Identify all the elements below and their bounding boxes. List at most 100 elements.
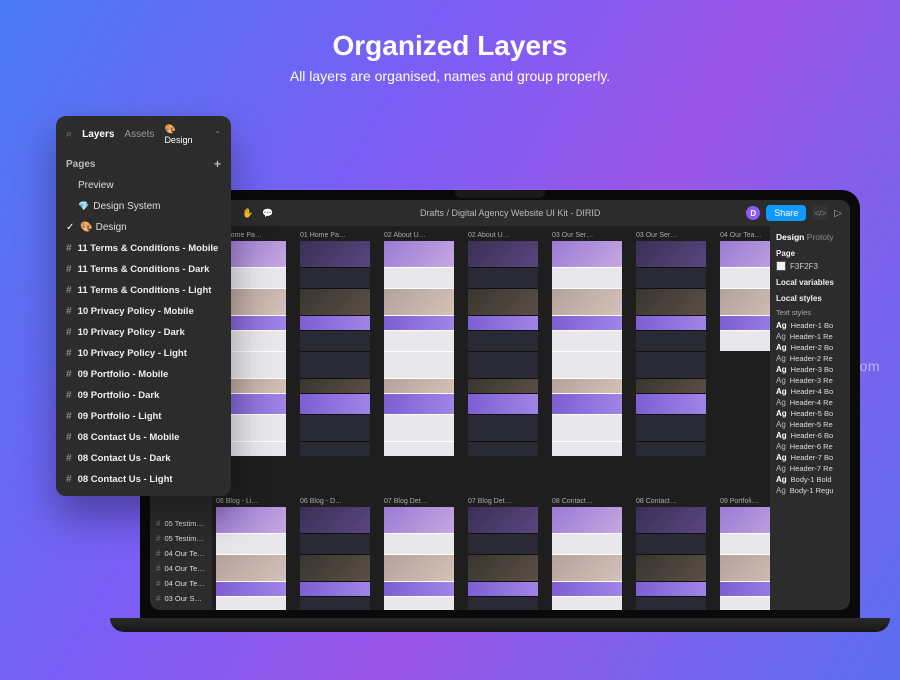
artboard[interactable]: [384, 241, 454, 456]
frame-icon: #: [156, 594, 160, 603]
layer-item[interactable]: #11 Terms & Conditions - Mobile: [56, 238, 231, 259]
bg-color-value[interactable]: F3F2F3: [790, 262, 818, 271]
layer-item[interactable]: #09 Portfolio - Mobile: [56, 364, 231, 385]
layer-item[interactable]: #11 Terms & Conditions - Light: [56, 280, 231, 301]
frame-label[interactable]: 02 About U…: [468, 232, 538, 239]
layers-panel: ⌕ Layers Assets 🎨 Design ⌃ Pages + Previ…: [56, 116, 231, 496]
frame-label[interactable]: 07 Blog Det…: [468, 498, 538, 505]
frame-label[interactable]: 02 About U…: [384, 232, 454, 239]
frame-label[interactable]: 08 Contact…: [636, 498, 706, 505]
text-style-item[interactable]: AgHeader-2 Re: [776, 353, 844, 364]
artboard[interactable]: [468, 507, 538, 610]
tab-prototype[interactable]: Prototy: [807, 232, 834, 242]
local-vars-label[interactable]: Local variables: [776, 274, 844, 287]
ag-icon: Ag: [776, 398, 786, 407]
bg-color-swatch[interactable]: [776, 261, 786, 271]
tab-assets[interactable]: Assets: [124, 129, 154, 140]
layer-item[interactable]: #08 Contact Us - Dark: [56, 448, 231, 469]
frame-icon: #: [66, 306, 72, 317]
frame-label[interactable]: 09 Portfoli…: [720, 498, 770, 505]
text-style-item[interactable]: AgHeader-5 Bo: [776, 408, 844, 419]
ag-icon: Ag: [776, 464, 786, 473]
dev-mode-icon[interactable]: </>: [812, 206, 828, 220]
layer-item[interactable]: #09 Portfolio - Light: [56, 406, 231, 427]
comment-tool-icon[interactable]: 💬: [262, 207, 274, 219]
ag-icon: Ag: [776, 354, 786, 363]
hand-tool-icon[interactable]: ✋: [242, 207, 254, 219]
text-style-item[interactable]: AgBody-1 Regu: [776, 485, 844, 496]
play-icon[interactable]: ▷: [834, 208, 842, 219]
text-style-item[interactable]: AgHeader-6 Re: [776, 441, 844, 452]
frame-label[interactable]: 06 Blog - Li…: [216, 498, 286, 505]
left-layer-item[interactable]: #04 Our Team - Mobile: [150, 546, 212, 561]
breadcrumb[interactable]: Drafts / Digital Agency Website UI Kit -…: [280, 208, 740, 218]
text-style-item[interactable]: AgHeader-1 Re: [776, 331, 844, 342]
add-page-button[interactable]: +: [214, 157, 221, 171]
ag-icon: Ag: [776, 387, 787, 396]
text-style-item[interactable]: AgHeader-7 Bo: [776, 452, 844, 463]
left-layer-item[interactable]: #05 Testimonials - Dark: [150, 516, 212, 531]
frame-label[interactable]: 04 Our Tea…: [720, 232, 770, 239]
tab-layers[interactable]: Layers: [82, 129, 114, 140]
text-style-item[interactable]: AgBody-1 Bold: [776, 474, 844, 485]
frame-icon: #: [66, 264, 72, 275]
chevron-down-icon[interactable]: ⌃: [214, 130, 221, 139]
local-styles-label: Local styles: [776, 290, 844, 303]
frame-icon: #: [66, 285, 72, 296]
left-layer-item[interactable]: #04 Our Team - Light: [150, 576, 212, 591]
frame-label[interactable]: 07 Blog Det…: [384, 498, 454, 505]
text-style-item[interactable]: AgHeader-6 Bo: [776, 430, 844, 441]
artboard[interactable]: [216, 507, 286, 610]
layer-item[interactable]: #08 Contact Us - Light: [56, 469, 231, 490]
canvas[interactable]: 01 Home Pa…01 Home Pa…02 About U…02 Abou…: [212, 226, 770, 610]
text-style-item[interactable]: AgHeader-4 Bo: [776, 386, 844, 397]
text-style-item[interactable]: AgHeader-3 Bo: [776, 364, 844, 375]
artboard[interactable]: [384, 507, 454, 610]
frame-label[interactable]: 01 Home Pa…: [300, 232, 370, 239]
layer-item[interactable]: #10 Privacy Policy - Light: [56, 343, 231, 364]
layer-item[interactable]: #09 Portfolio - Dark: [56, 385, 231, 406]
ag-icon: Ag: [776, 442, 786, 451]
hero-title: Organized Layers: [0, 0, 900, 62]
artboard[interactable]: [720, 507, 770, 610]
page-preview[interactable]: Preview: [56, 175, 231, 196]
ag-icon: Ag: [776, 365, 787, 374]
panel-chip[interactable]: 🎨 Design: [164, 124, 204, 145]
artboard[interactable]: [636, 241, 706, 456]
artboard[interactable]: [300, 507, 370, 610]
left-layer-item[interactable]: #05 Testimonials - Light: [150, 531, 212, 546]
layer-item[interactable]: #08 Contact Us - Mobile: [56, 427, 231, 448]
ag-icon: Ag: [776, 343, 787, 352]
frame-label[interactable]: 06 Blog - D…: [300, 498, 370, 505]
avatar[interactable]: D: [746, 206, 760, 220]
frame-label[interactable]: 08 Contact…: [552, 498, 622, 505]
frame-icon: #: [66, 327, 72, 338]
frame-icon: #: [66, 411, 72, 422]
search-icon[interactable]: ⌕: [66, 128, 72, 141]
text-style-item[interactable]: AgHeader-4 Re: [776, 397, 844, 408]
text-style-item[interactable]: AgHeader-3 Re: [776, 375, 844, 386]
artboard[interactable]: [636, 507, 706, 610]
share-button[interactable]: Share: [766, 205, 806, 221]
layer-item[interactable]: #11 Terms & Conditions - Dark: [56, 259, 231, 280]
text-style-item[interactable]: AgHeader-2 Bo: [776, 342, 844, 353]
artboard[interactable]: [552, 507, 622, 610]
page-design-system[interactable]: Design System: [56, 196, 231, 217]
artboard[interactable]: [468, 241, 538, 456]
frame-label[interactable]: 03 Our Ser…: [552, 232, 622, 239]
frame-icon: #: [66, 432, 72, 443]
tab-design[interactable]: Design: [776, 232, 804, 242]
artboard[interactable]: [720, 241, 770, 351]
layer-item[interactable]: #10 Privacy Policy - Dark: [56, 322, 231, 343]
text-style-item[interactable]: AgHeader-1 Bo: [776, 320, 844, 331]
frame-label[interactable]: 03 Our Ser…: [636, 232, 706, 239]
artboard[interactable]: [300, 241, 370, 456]
artboard[interactable]: [552, 241, 622, 456]
text-style-item[interactable]: AgHeader-7 Re: [776, 463, 844, 474]
text-style-item[interactable]: AgHeader-5 Re: [776, 419, 844, 430]
ag-icon: Ag: [776, 475, 787, 484]
left-layer-item[interactable]: #04 Our Team - Dark: [150, 561, 212, 576]
left-layer-item[interactable]: #03 Our Services - Mobile: [150, 591, 212, 606]
layer-item[interactable]: #10 Privacy Policy - Mobile: [56, 301, 231, 322]
page-design[interactable]: 🎨 Design: [56, 217, 231, 238]
